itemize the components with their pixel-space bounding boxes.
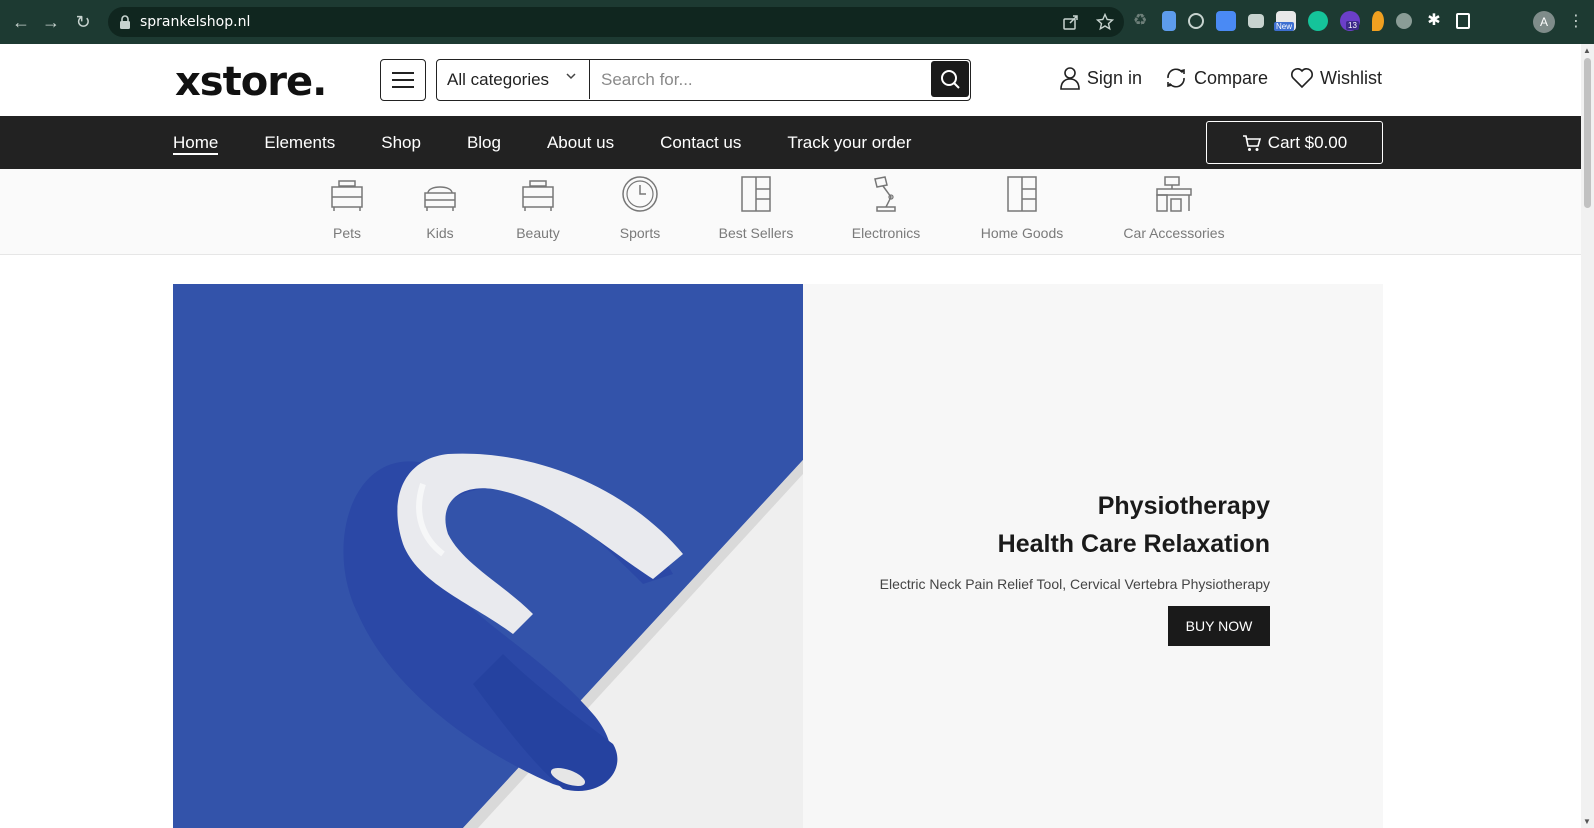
site-logo[interactable]: xstore.: [175, 59, 327, 105]
hero-title-line1: Physiotherapy: [1097, 492, 1270, 520]
address-bar[interactable]: sprankelshop.nl: [108, 7, 1124, 37]
category-label: Home Goods: [980, 225, 1064, 241]
page-scrollbar[interactable]: ▲ ▼: [1581, 44, 1594, 828]
browser-toolbar: ← → ↻ sprankelshop.nl ♻ New 13 ✱ A ⋮: [0, 0, 1594, 44]
scroll-up-icon[interactable]: ▲: [1583, 46, 1591, 55]
share-icon[interactable]: [1062, 13, 1080, 31]
bookmark-star-icon[interactable]: [1096, 13, 1114, 31]
category-item-car-accessories[interactable]: Car Accessories: [1114, 176, 1234, 241]
cart-label: Cart $0.00: [1267, 132, 1348, 152]
cart-button[interactable]: Cart $0.00: [1206, 121, 1383, 164]
desk-lamp-icon: [826, 176, 946, 219]
search-icon: [941, 70, 960, 89]
hamburger-menu-button[interactable]: [380, 59, 426, 101]
nav-item-shop[interactable]: Shop: [381, 116, 421, 169]
category-label: Car Accessories: [1123, 225, 1225, 241]
hamburger-line: [392, 86, 414, 88]
grammarly-extension-icon[interactable]: [1308, 11, 1328, 31]
url-text: sprankelshop.nl: [140, 14, 251, 30]
new-extension-icon[interactable]: New: [1274, 11, 1296, 31]
wishlist-link[interactable]: Wishlist: [1290, 67, 1382, 89]
clock-icon: [580, 176, 700, 219]
category-item-best-sellers[interactable]: Best Sellers: [696, 176, 816, 241]
category-strip: Pets Kids Beauty Sports Best Sellers Electron…: [0, 169, 1581, 255]
vpn-extension-icon[interactable]: [1396, 13, 1412, 29]
search-input[interactable]: [591, 60, 929, 99]
orange-extension-icon[interactable]: [1372, 11, 1384, 31]
forward-arrow-icon[interactable]: →: [40, 11, 62, 33]
user-icon: [1060, 67, 1080, 90]
globe-extension-icon[interactable]: [1188, 13, 1204, 29]
hero-subtitle: Electric Neck Pain Relief Tool, Cervical…: [879, 576, 1270, 592]
category-item-electronics[interactable]: Electronics: [826, 176, 946, 241]
wishlist-label: Wishlist: [1320, 67, 1382, 88]
scrollbar-thumb[interactable]: [1584, 58, 1591, 208]
nav-item-elements[interactable]: Elements: [264, 116, 335, 169]
buy-now-button[interactable]: BUY NOW: [1168, 606, 1270, 646]
count-badge: 13: [1346, 21, 1359, 30]
cabinet-icon: [696, 176, 816, 219]
main-navigation: Home Elements Shop Blog About us Contact us Tr…: [0, 116, 1581, 169]
extension-with-count-icon[interactable]: 13: [1340, 11, 1360, 31]
hero-text-block: Physiotherapy Health Care Relaxation Ele…: [880, 488, 1270, 646]
search-button[interactable]: [931, 61, 969, 97]
search-bar: All categories: [436, 59, 971, 101]
reload-icon[interactable]: ↻: [72, 11, 94, 33]
puzzle-extensions-icon[interactable]: ✱: [1424, 11, 1444, 31]
side-panel-icon[interactable]: [1456, 13, 1470, 29]
category-dropdown[interactable]: All categories: [437, 60, 590, 99]
nav-item-contact-us[interactable]: Contact us: [660, 116, 741, 169]
new-badge: New: [1274, 22, 1295, 31]
compare-link[interactable]: Compare: [1164, 66, 1268, 90]
compare-label: Compare: [1193, 67, 1268, 88]
category-item-home-goods[interactable]: Home Goods: [962, 176, 1082, 241]
category-label: Sports: [619, 225, 661, 241]
nav-item-home[interactable]: Home: [173, 116, 219, 169]
nav-item-about-us[interactable]: About us: [547, 116, 614, 169]
menu-dots-icon[interactable]: ⋮: [1568, 12, 1584, 32]
lock-icon: [120, 15, 130, 29]
heart-icon: [1291, 68, 1313, 89]
category-label: Best Sellers: [718, 225, 794, 241]
profile-avatar[interactable]: A: [1533, 11, 1555, 33]
chevron-down-icon: [566, 73, 576, 80]
category-dropdown-label: All categories: [447, 70, 550, 89]
scroll-down-icon[interactable]: ▼: [1583, 817, 1591, 826]
translate-extension-icon[interactable]: [1216, 11, 1236, 31]
site-header: xstore. All categories Sign in Compare W…: [0, 44, 1581, 116]
recycle-extension-icon[interactable]: ♻: [1130, 11, 1150, 31]
category-label: Electronics: [851, 225, 921, 241]
hamburger-line: [392, 79, 414, 81]
hero-banner: Physiotherapy Health Care Relaxation Ele…: [173, 284, 1383, 828]
hero-title-line2: Health Care Relaxation: [997, 530, 1270, 558]
desk-icon: [1114, 176, 1234, 219]
sign-in-link[interactable]: Sign in: [1059, 66, 1142, 90]
camera-extension-icon[interactable]: [1248, 14, 1264, 28]
cabinet-icon: [962, 176, 1082, 219]
back-arrow-icon[interactable]: ←: [10, 11, 32, 33]
compare-arrows-icon: [1167, 68, 1185, 88]
cart-icon: [1242, 134, 1261, 151]
hamburger-line: [392, 72, 414, 74]
docs-extension-icon[interactable]: [1162, 11, 1176, 31]
nav-item-track-your-order[interactable]: Track your order: [787, 116, 911, 169]
category-item-sports[interactable]: Sports: [580, 176, 700, 241]
hero-product-image: [173, 284, 803, 828]
sign-in-label: Sign in: [1086, 67, 1142, 88]
nav-item-blog[interactable]: Blog: [467, 116, 501, 169]
